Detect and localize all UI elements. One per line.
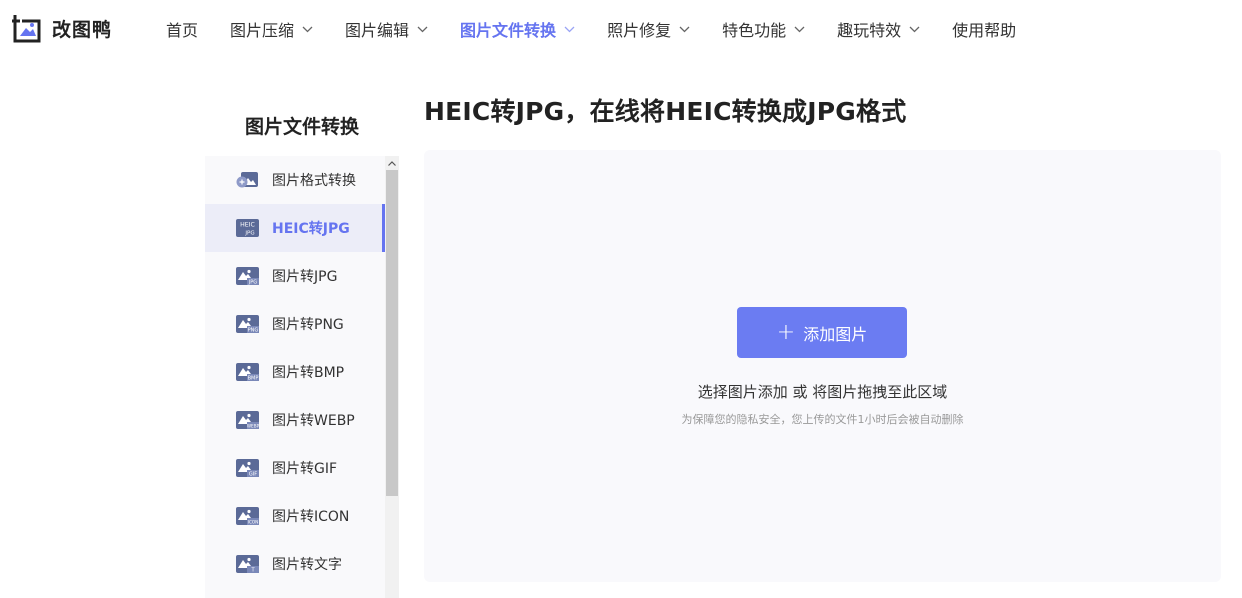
nav-item-6[interactable]: 趣玩特效 (837, 17, 920, 41)
svg-text:HEIC: HEIC (240, 222, 255, 229)
nav-item-label: 图片编辑 (345, 21, 410, 40)
sidebar-item-label: 图片转GIF (272, 461, 338, 477)
gif-icon: GIF (236, 459, 259, 478)
icon-format-icon: ICON (236, 507, 259, 525)
brand-name: 改图鸭 (52, 18, 113, 41)
nav-item-1[interactable]: 图片压缩 (230, 17, 313, 41)
plus-icon: + (776, 319, 796, 345)
sidebar-item-label: 图片转WEBP (272, 413, 355, 429)
svg-text:JPG: JPG (248, 280, 257, 285)
sidebar-scrollbar[interactable] (385, 156, 399, 598)
sidebar-item-label: 图片转ICON (272, 509, 350, 525)
nav-item-2[interactable]: 图片编辑 (345, 17, 428, 41)
scroll-up-icon[interactable] (385, 156, 399, 170)
nav-item-label: 图片文件转换 (460, 21, 557, 40)
sidebar-item-7[interactable]: ICON 图片转ICON (205, 492, 385, 540)
upload-hint: 选择图片添加 或 将图片拖拽至此区域 (697, 383, 948, 401)
top-nav: 改图鸭 首页 图片压缩 图片编辑 图片文件转换 照片修复 特色功能 趣玩特效 使用帮助 (0, 0, 1242, 58)
logo-icon (12, 15, 41, 43)
add-image-button[interactable]: + 添加图片 (737, 307, 907, 358)
chevron-down-icon (564, 26, 575, 33)
chevron-down-icon (909, 26, 920, 33)
logo[interactable]: 改图鸭 (10, 12, 112, 44)
chevron-down-icon (679, 26, 690, 33)
nav-item-label: 特色功能 (722, 21, 787, 40)
main-menu: 首页 图片压缩 图片编辑 图片文件转换 照片修复 特色功能 趣玩特效 使用帮助 (166, 18, 1048, 40)
sidebar-item-label: 图片转PNG (272, 317, 344, 333)
privacy-note: 为保障您的隐私安全，您上传的文件1小时后会被自动删除 (681, 413, 964, 426)
chevron-down-icon (302, 26, 313, 33)
nav-item-7[interactable]: 使用帮助 (952, 17, 1016, 41)
heic-jpg-icon: HEIC JPG (236, 219, 259, 237)
sidebar-item-8[interactable]: T 图片转文字 (205, 540, 385, 588)
svg-text:BMP: BMP (248, 376, 259, 381)
upload-drop-zone[interactable] (424, 150, 1221, 582)
add-image-label: 添加图片 (803, 324, 868, 344)
sidebar-item-label: 图片转文字 (272, 557, 342, 573)
bmp-icon: BMP (236, 363, 259, 382)
sidebar-item-label: 图片转JPG (272, 269, 338, 285)
nav-item-label: 使用帮助 (952, 21, 1017, 40)
scroll-thumb[interactable] (386, 170, 398, 496)
sidebar-item-label: HEIC转JPG (272, 221, 350, 237)
nav-item-label: 趣玩特效 (837, 21, 902, 40)
chevron-down-icon (794, 26, 805, 33)
sidebar-item-2[interactable]: JPG 图片转JPG (205, 252, 385, 300)
chevron-down-icon (417, 26, 428, 33)
nav-item-label: 首页 (166, 21, 199, 40)
jpg-icon: JPG (236, 267, 259, 286)
nav-item-0[interactable]: 首页 (166, 17, 198, 41)
sidebar-item-label: 图片格式转换 (272, 173, 356, 189)
sidebar-item-5[interactable]: WEBP 图片转WEBP (205, 396, 385, 444)
sidebar-item-3[interactable]: PNG 图片转PNG (205, 300, 385, 348)
nav-item-label: 照片修复 (607, 21, 672, 40)
sidebar-list: 图片格式转换 HEIC JPG HEIC转JPG JPG 图片转JPG PNG 图片转PNG B… (205, 156, 385, 598)
svg-text:GIF: GIF (249, 472, 257, 477)
sidebar-item-6[interactable]: GIF 图片转GIF (205, 444, 385, 492)
svg-text:JPG: JPG (244, 231, 254, 237)
page-title: HEIC转JPG，在线将HEIC转换成JPG格式 (424, 97, 907, 126)
sidebar-item-label: 图片转BMP (272, 365, 345, 381)
png-icon: PNG (236, 315, 259, 334)
nav-item-4[interactable]: 照片修复 (607, 17, 690, 41)
webp-icon: WEBP (236, 411, 260, 429)
sidebar-item-4[interactable]: BMP 图片转BMP (205, 348, 385, 396)
nav-item-3[interactable]: 图片文件转换 (460, 17, 575, 41)
svg-text:ICON: ICON (248, 520, 259, 525)
nav-item-5[interactable]: 特色功能 (722, 17, 805, 41)
sidebar-item-0[interactable]: 图片格式转换 (205, 156, 385, 204)
sidebar-item-1[interactable]: HEIC JPG HEIC转JPG (205, 204, 385, 252)
image-format-icon (236, 171, 259, 189)
svg-text:PNG: PNG (248, 328, 259, 333)
svg-text:WEBP: WEBP (247, 424, 259, 429)
sidebar-title: 图片文件转换 (244, 116, 359, 138)
text-icon: T (236, 555, 259, 574)
nav-item-label: 图片压缩 (230, 21, 295, 40)
